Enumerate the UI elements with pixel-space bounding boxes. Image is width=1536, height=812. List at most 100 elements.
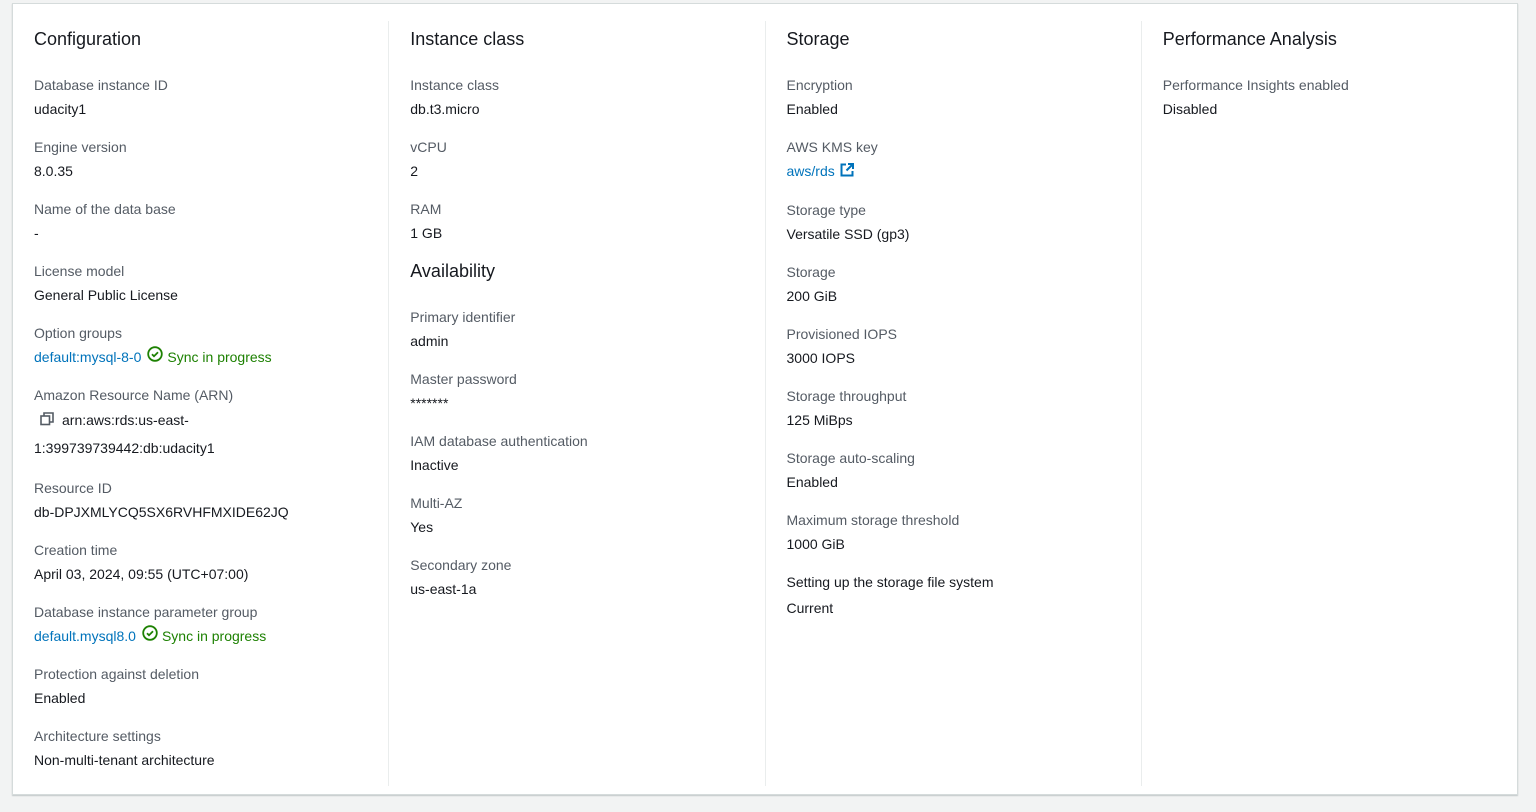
field-architecture-settings: Architecture settings Non-multi-tenant ar… (34, 724, 368, 772)
field-storage: Storage 200 GiB (787, 260, 1121, 308)
external-link-icon[interactable] (840, 160, 854, 184)
field-value-link[interactable]: default.mysql8.0 (34, 628, 136, 644)
field-setting-up-the-storage-file-system: Setting up the storage file system Curren… (787, 570, 1121, 620)
field-value: Enabled (34, 689, 86, 706)
field-label: Name of the data base (34, 201, 176, 217)
arn-line-1: arn:aws:rds:us-east- (62, 412, 189, 428)
field-value: April 03, 2024, 09:55 (UTC+07:00) (34, 565, 249, 582)
details-column: Configuration Database instance ID udacity… (13, 21, 388, 786)
field-label: Database instance parameter group (34, 603, 258, 620)
field-value: 125 MiBps (786, 412, 853, 429)
field-label: Protection against deletion (34, 665, 199, 682)
field-iam-database-authentication: IAM database authentication Inactive (410, 429, 744, 477)
field-value: 3000 IOPS (786, 350, 856, 367)
status-sync-in-progress: Sync in progress (147, 345, 272, 369)
field-label: Setting up the storage file system (786, 574, 994, 591)
field-value: arn:aws:rds:us-east- 1:399739739442:db:ud… (34, 407, 368, 462)
details-column: Storage Encryption Enabled AWS KMS key aws/r… (764, 21, 1141, 786)
field-value: 2 (410, 163, 419, 179)
section-heading-performance-analysis: Performance Analysis (1162, 29, 1337, 49)
field-provisioned-iops: Provisioned IOPS 3000 IOPS (787, 322, 1121, 370)
field-database-instance-parameter-group: Database instance parameter group default… (34, 600, 368, 648)
field-value: Non-multi-tenant architecture (34, 751, 215, 768)
field-instance-class: Instance class db.t3.micro (410, 73, 744, 121)
field-option-groups: Option groups default:mysql-8-0 Sync in pr… (34, 321, 368, 369)
field-label: AWS KMS key (786, 139, 878, 155)
instance-configuration-panel: Configuration Database instance ID udacity… (12, 3, 1518, 795)
field-vcpu: vCPU 2 (410, 135, 744, 183)
field-license-model: License model General Public License (34, 259, 368, 307)
field-value: 1 GB (410, 225, 443, 241)
field-protection-against-deletion: Protection against deletion Enabled (34, 662, 368, 710)
field-label: Multi-AZ (410, 495, 463, 511)
field-value-link[interactable]: default:mysql-8-0 (34, 349, 141, 365)
field-resource-id: Resource ID db-DPJXMLYCQ5SX6RVHFMXIDE62JQ (34, 476, 368, 524)
field-label: Storage auto-scaling (786, 450, 915, 467)
field-value: Disabled (1162, 101, 1218, 117)
field-creation-time: Creation time April 03, 2024, 09:55 (UTC+… (34, 538, 368, 586)
field-performance-insights-enabled: Performance Insights enabled Disabled (1163, 73, 1497, 121)
details-column: Performance Analysis Performance Insights… (1140, 21, 1517, 786)
check-circle-icon (147, 345, 164, 369)
field-label: Architecture settings (34, 727, 161, 744)
field-value: - (34, 225, 39, 241)
field-label: Instance class (410, 77, 499, 93)
field-storage-auto-scaling: Storage auto-scaling Enabled (787, 446, 1121, 494)
field-database-instance-id: Database instance ID udacity1 (34, 73, 368, 121)
field-label: Engine version (34, 139, 127, 155)
kms-key-link[interactable]: aws/rds (787, 163, 835, 179)
field-storage-type: Storage type Versatile SSD (gp3) (787, 198, 1121, 246)
field-maximum-storage-threshold: Maximum storage threshold 1000 GiB (787, 508, 1121, 556)
status-text: Sync in progress (167, 349, 272, 365)
field-label: Encryption (786, 77, 853, 93)
section-heading-storage: Storage (786, 29, 850, 49)
section-heading-configuration: Configuration (34, 29, 142, 49)
field-label: Creation time (34, 541, 118, 558)
copy-icon[interactable] (40, 408, 54, 435)
field-label: License model (34, 263, 125, 279)
field-storage-throughput: Storage throughput 125 MiBps (787, 384, 1121, 432)
field-label: Maximum storage threshold (786, 512, 960, 529)
field-value: ******* (410, 395, 449, 411)
field-value: us-east-1a (410, 581, 477, 597)
section-heading-availability: Availability (410, 261, 495, 281)
field-label: Resource ID (34, 479, 112, 496)
field-label: Master password (410, 371, 517, 387)
field-multi-az: Multi-AZ Yes (410, 491, 744, 539)
field-encryption: Encryption Enabled (787, 73, 1121, 121)
field-value: default.mysql8.0 Sync in progress (34, 624, 368, 648)
field-value: db.t3.micro (410, 101, 480, 117)
field-engine-version: Engine version 8.0.35 (34, 135, 368, 183)
field-value: 8.0.35 (34, 163, 73, 179)
field-label: Database instance ID (34, 77, 168, 93)
field-label: Amazon Resource Name (ARN) (34, 387, 234, 403)
field-label: Option groups (34, 325, 122, 341)
field-value: Inactive (410, 457, 459, 473)
field-value: db-DPJXMLYCQ5SX6RVHFMXIDE62JQ (34, 503, 289, 520)
field-value: 200 GiB (786, 288, 838, 305)
field-value: Yes (410, 519, 434, 535)
field-value: General Public License (34, 287, 178, 303)
field-value: default:mysql-8-0 Sync in progress (34, 345, 368, 369)
field-label: vCPU (410, 139, 447, 155)
field-value: 1000 GiB (786, 536, 845, 553)
field-label: Storage (786, 264, 836, 281)
field-value: aws/rds (787, 159, 1121, 184)
status-text: Sync in progress (161, 627, 267, 644)
status-sync-in-progress: Sync in progress (142, 624, 266, 648)
field-value: udacity1 (34, 101, 87, 117)
arn-line-2: 1:399739739442:db:udacity1 (34, 439, 215, 456)
field-secondary-zone: Secondary zone us-east-1a (410, 553, 744, 601)
field-label: Primary identifier (410, 309, 516, 325)
field-value: Versatile SSD (gp3) (786, 226, 910, 243)
section-heading-instance-class: Instance class (410, 29, 525, 49)
field-label: IAM database authentication (410, 433, 588, 449)
field-value: Current (786, 600, 834, 617)
field-label: RAM (410, 201, 442, 217)
field-name-of-the-data-base: Name of the data base - (34, 197, 368, 245)
field-label: Performance Insights enabled (1162, 77, 1349, 93)
field-primary-identifier: Primary identifier admin (410, 305, 744, 353)
details-columns: Configuration Database instance ID udacity… (13, 21, 1517, 786)
field-ram: RAM 1 GB (410, 197, 744, 245)
field-master-password: Master password ******* (410, 367, 744, 415)
